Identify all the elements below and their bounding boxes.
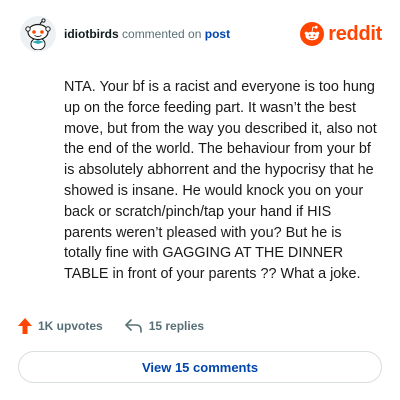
reddit-wordmark: reddit bbox=[328, 22, 382, 45]
snoo-avatar-icon bbox=[25, 18, 51, 50]
comment-actions: 1K upvotes 15 replies bbox=[18, 316, 226, 336]
avatar[interactable] bbox=[20, 16, 56, 52]
comment-card: idiotbirds commented on post reddit NTA.… bbox=[0, 0, 400, 400]
upvote-count: 1K upvotes bbox=[38, 319, 103, 333]
reply-count: 15 replies bbox=[148, 319, 205, 333]
reply-arrow-icon bbox=[124, 319, 142, 333]
comment-byline: idiotbirds commented on post bbox=[64, 27, 230, 41]
upvote-arrow-icon bbox=[18, 318, 32, 334]
post-link[interactable]: post bbox=[205, 27, 230, 41]
upvote-button[interactable]: 1K upvotes bbox=[18, 318, 103, 334]
commented-on-text: commented on bbox=[122, 27, 202, 41]
comment-body: NTA. Your bf is a racist and everyone is… bbox=[64, 79, 377, 283]
username-link[interactable]: idiotbirds bbox=[64, 27, 119, 41]
reddit-logo-icon bbox=[300, 22, 325, 46]
comment-header: idiotbirds commented on post reddit bbox=[20, 16, 382, 52]
view-comments-button[interactable]: View 15 comments bbox=[18, 351, 382, 383]
reddit-brand[interactable]: reddit bbox=[300, 22, 382, 46]
reply-button[interactable]: 15 replies bbox=[124, 319, 205, 333]
